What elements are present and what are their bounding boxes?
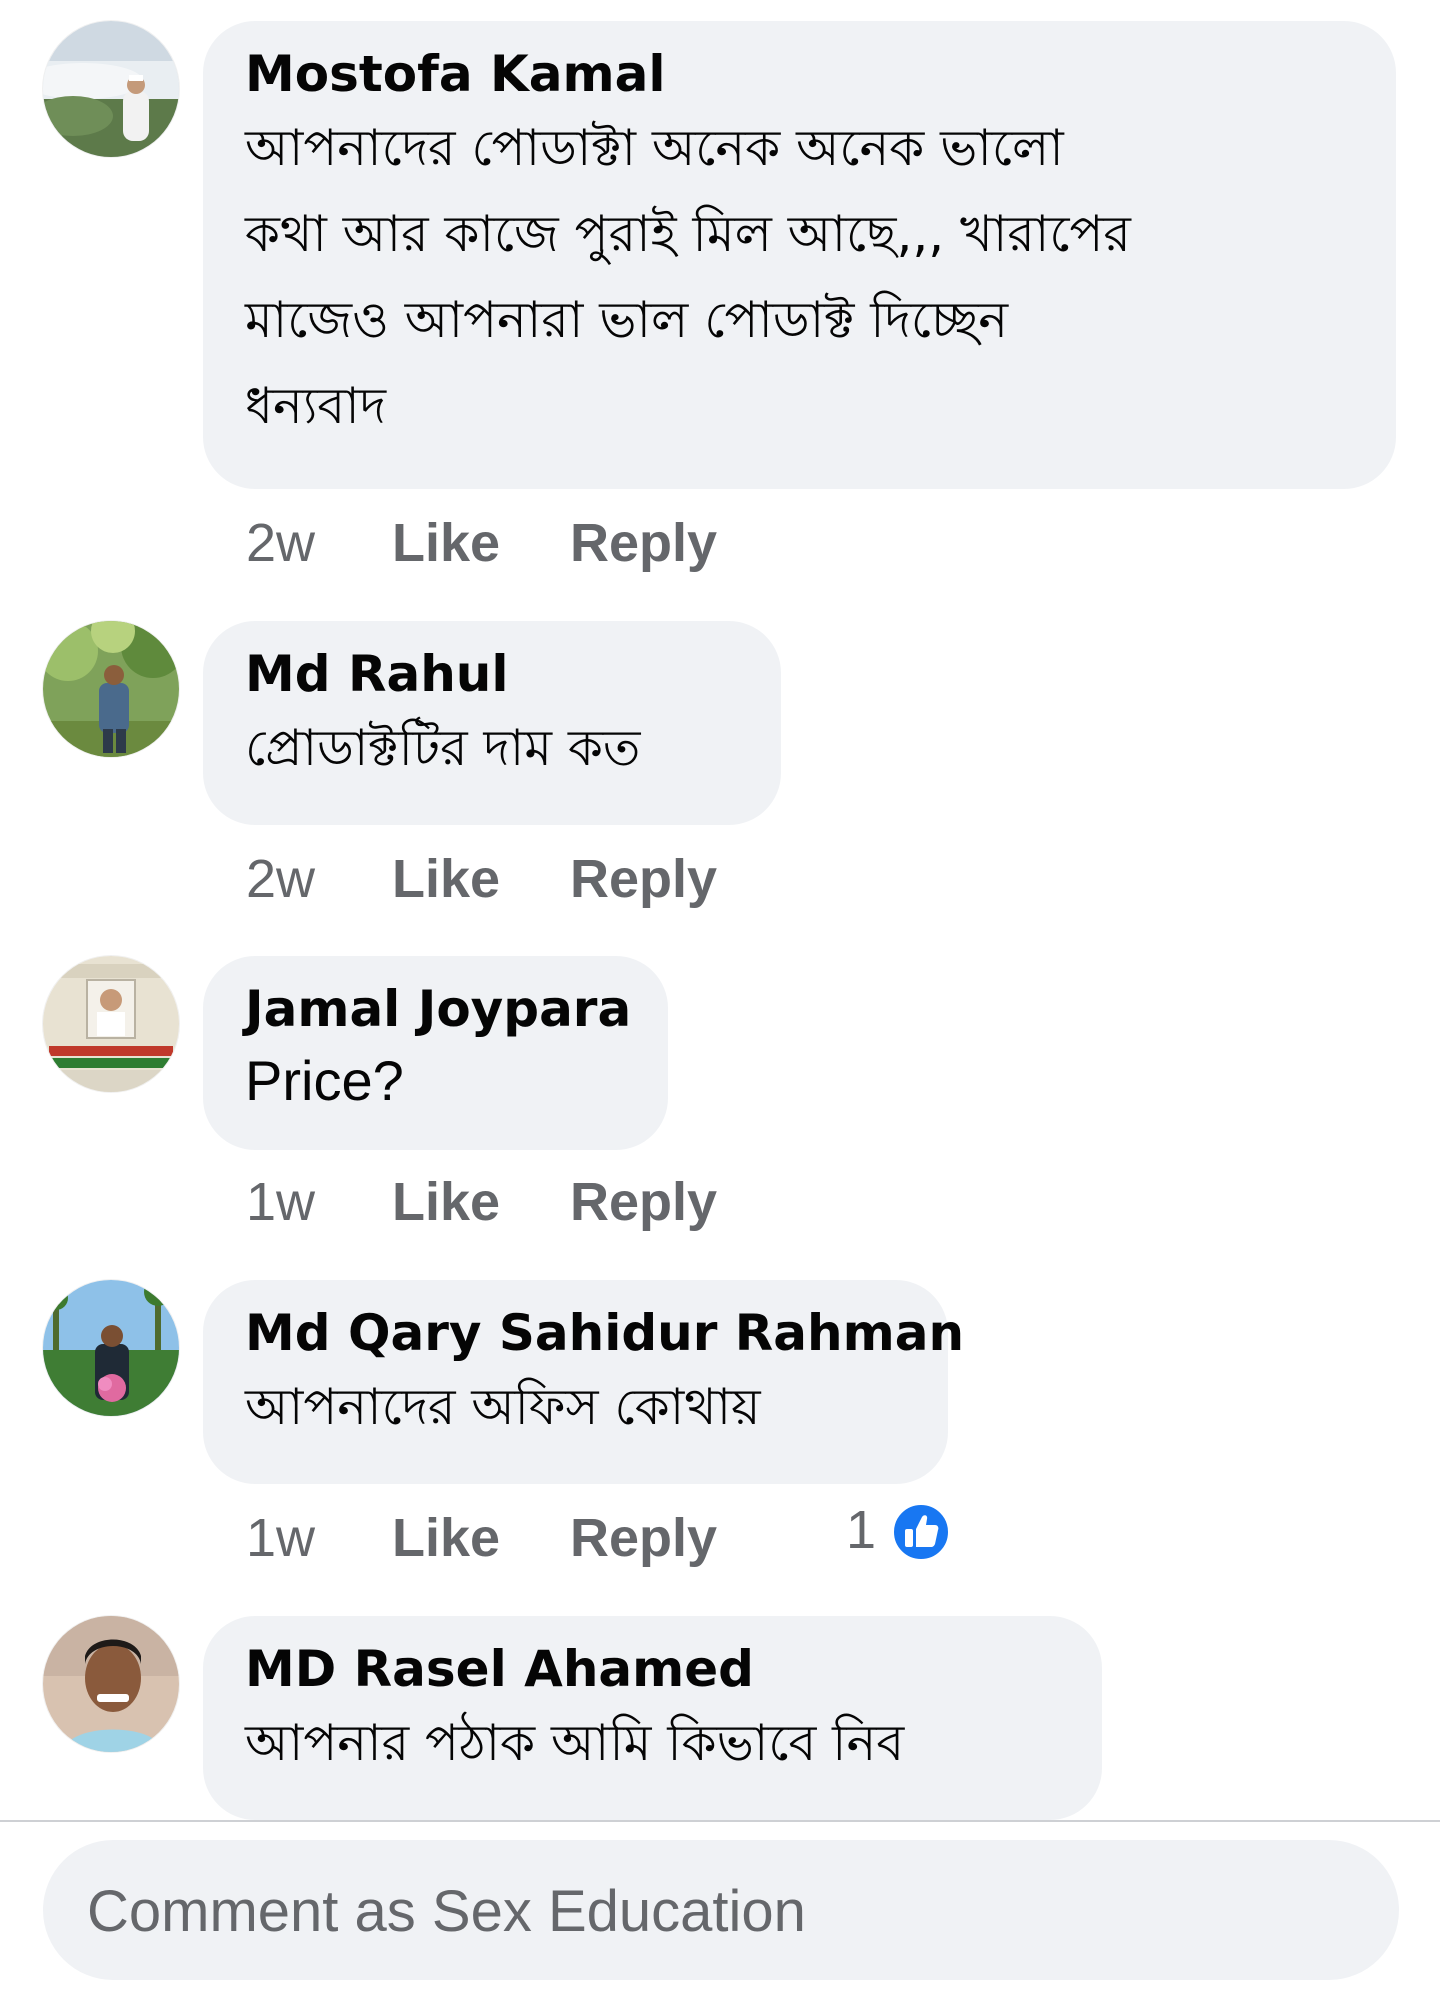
comment-author[interactable]: Jamal Joypara xyxy=(245,978,631,1040)
comment-author[interactable]: Mostofa Kamal xyxy=(245,43,1354,105)
comment-composer[interactable] xyxy=(43,1840,1399,1982)
comment-bubble: Md Qary Sahidur Rahman আপনাদের অফিস কোথা… xyxy=(203,1280,964,1484)
like-button[interactable]: Like xyxy=(392,1167,500,1237)
composer-divider xyxy=(0,1820,1440,1822)
comment-text-line: মাজেও আপনারা ভাল পোডাক্ট দিচ্ছেন xyxy=(245,291,1009,349)
comment-text-line: কথা আর কাজে পুরাই মিল আছে,,, খারাপের xyxy=(245,205,1131,263)
thumbs-up-icon xyxy=(892,1503,950,1561)
reply-button[interactable]: Reply xyxy=(570,1167,717,1237)
comment-timestamp[interactable]: 1w xyxy=(246,1167,315,1237)
reply-button[interactable]: Reply xyxy=(570,508,717,578)
comment-timestamp[interactable]: 2w xyxy=(246,844,315,914)
comment-bubble: MD Rasel Ahamed আপনার পঠাক আমি কিভাবে নি… xyxy=(203,1616,1102,1820)
comment-input[interactable] xyxy=(85,1840,1339,1982)
comment-bubble: Mostofa Kamal আপনাদের পোডাক্টা অনেক অনেক… xyxy=(203,21,1396,489)
avatar-photo-garden xyxy=(43,621,179,757)
reply-button[interactable]: Reply xyxy=(570,844,717,914)
avatar-photo-poster xyxy=(43,956,179,1092)
comment-bubble: Md Rahul প্রোডাক্টটির দাম কত xyxy=(203,621,781,825)
comment-bubble: Jamal Joypara Price? xyxy=(203,956,668,1150)
reply-button[interactable]: Reply xyxy=(570,1503,717,1573)
comment-text-line: Price? xyxy=(245,1049,404,1112)
avatar[interactable] xyxy=(43,956,179,1092)
comment-timestamp[interactable]: 1w xyxy=(246,1503,315,1573)
comment-text-line: প্রোডাক্টটির দাম কত xyxy=(245,719,641,777)
avatar[interactable] xyxy=(43,621,179,757)
comment-author[interactable]: Md Rahul xyxy=(245,643,739,705)
avatar-photo-mountain xyxy=(43,21,179,157)
comment-timestamp[interactable]: 2w xyxy=(246,508,315,578)
avatar-photo-selfie xyxy=(43,1616,179,1752)
comment-text-line: আপনার পঠাক আমি কিভাবে নিব xyxy=(245,1714,905,1772)
avatar-photo-field xyxy=(43,1280,179,1416)
comment-text-line: আপনাদের পোডাক্টা অনেক অনেক ভালো xyxy=(245,119,1064,177)
comment-text-line: আপনাদের অফিস কোথায় xyxy=(245,1378,761,1436)
comment-text-line: ধন্যবাদ xyxy=(245,377,386,435)
avatar[interactable] xyxy=(43,1616,179,1752)
avatar[interactable] xyxy=(43,21,179,157)
reaction-count: 1 xyxy=(846,1500,877,1560)
avatar[interactable] xyxy=(43,1280,179,1416)
comment-author[interactable]: MD Rasel Ahamed xyxy=(245,1638,1060,1700)
comment-author[interactable]: Md Qary Sahidur Rahman xyxy=(245,1302,964,1364)
like-button[interactable]: Like xyxy=(392,508,500,578)
like-button[interactable]: Like xyxy=(392,844,500,914)
like-button[interactable]: Like xyxy=(392,1503,500,1573)
